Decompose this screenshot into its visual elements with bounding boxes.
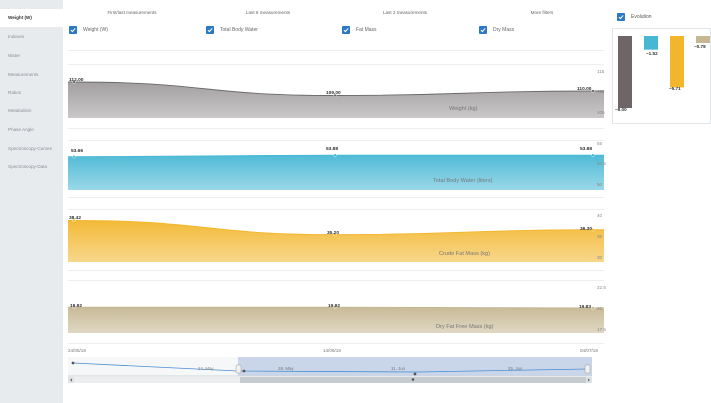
sidebar-item-water[interactable]: Water	[0, 47, 63, 65]
dry-tick-1: 22.5	[597, 285, 606, 290]
weight-value-label-2: 109.00	[326, 91, 341, 96]
water-area	[68, 155, 604, 190]
sidebar-item-metabolism[interactable]: Metabolism	[0, 102, 63, 120]
dry-tick-2: 20	[597, 306, 603, 311]
sidebar-item-weight[interactable]: Weight (W)	[0, 9, 64, 27]
evolution-label: Evolution	[631, 14, 652, 20]
navigator-label-1: 24. May	[198, 366, 214, 371]
sidebar-item-ratios[interactable]: Ratios	[0, 84, 63, 102]
navigator-label-4: 25. Jun	[508, 366, 523, 371]
filter-last-2[interactable]: Last 2 measurements	[345, 10, 465, 15]
dry-area	[68, 307, 604, 333]
evolution-bar-weight	[618, 36, 632, 108]
navigator-scroll-dot	[411, 378, 415, 381]
water-line	[68, 154, 604, 158]
evolution-value-dry: −0.78	[694, 44, 706, 49]
x-axis-label-start: 24/05/18	[68, 348, 86, 353]
water-point	[72, 155, 76, 159]
checkbox-dry-label: Dry Mass	[493, 27, 515, 33]
navigator-point-3	[413, 372, 417, 376]
dry-tick-3: 17.5	[597, 327, 606, 332]
sidebar-item-spectroscopy-curves[interactable]: Spectroscopy-Curves	[0, 140, 63, 158]
weight-series-label: Weight (kg)	[449, 106, 478, 112]
water-tick-2: 52.5	[597, 161, 606, 166]
dry-value-label-3: 19.83	[579, 305, 592, 310]
evolution-bar-dry	[696, 36, 710, 44]
sidebar: Weight (W) Indexes Water Measurements Ra…	[0, 0, 64, 403]
navigator-handle-left[interactable]	[235, 364, 242, 374]
check-icon	[69, 26, 77, 34]
fat-value-label-3: 36.30	[580, 227, 593, 232]
fat-series-label: Crude Fat Mass (kg)	[439, 251, 490, 257]
checkbox-water-label: Total Body Water	[220, 27, 258, 33]
dry-value-label-2: 19.92	[328, 304, 341, 309]
water-value-label-3: 53.88	[580, 147, 593, 152]
x-axis-label-end: 04/07/18	[580, 348, 598, 353]
dry-series-label: Dry Fat Free Mass (kg)	[436, 324, 494, 330]
water-tick-3: 50	[597, 182, 603, 187]
navigator-point-1	[71, 361, 75, 365]
water-point	[333, 153, 337, 157]
navigator-point-2	[242, 369, 246, 373]
fat-tick-1: 40	[597, 213, 603, 218]
weight-tick-3: 105	[597, 110, 605, 115]
evolution-value-water: −1.52	[646, 51, 658, 56]
check-icon	[342, 26, 350, 34]
navigator-label-3: 11. Jun	[391, 366, 406, 371]
navigator-label-2: 28. May	[278, 366, 294, 371]
fat-value-label-2: 35.20	[327, 231, 340, 236]
checkbox-dry-mass[interactable]: Dry Mass	[479, 26, 514, 34]
water-series-label: Total Body Water (liters)	[433, 178, 493, 184]
check-icon	[617, 13, 625, 21]
water-value-label-2: 53.88	[326, 147, 339, 152]
fat-tick-2: 35	[597, 234, 603, 239]
water-value-label-1: 53.66	[71, 149, 84, 154]
sidebar-item-spectroscopy-data[interactable]: Spectroscopy-Data	[0, 158, 63, 176]
filter-first-last[interactable]: First/last measurements	[72, 10, 192, 15]
fat-tick-3: 30	[597, 255, 603, 260]
charts-svg	[68, 50, 604, 344]
fat-value-label-1: 38.42	[69, 216, 82, 221]
sidebar-item-indexes[interactable]: Indexes	[0, 28, 63, 46]
checkbox-weight-label: Weight (W)	[83, 27, 108, 33]
time-navigator[interactable]: 24. May 28. May 11. Jun 25. Jun	[68, 357, 592, 384]
app-root: Weight (W) Indexes Water Measurements Ra…	[0, 0, 711, 403]
filter-last-6[interactable]: Last 6 measurements	[208, 10, 328, 15]
filter-more[interactable]: More filters	[482, 10, 602, 15]
evolution-bar-fat	[670, 36, 684, 88]
water-point	[591, 153, 595, 157]
checkbox-weight[interactable]: Weight (W)	[69, 26, 108, 34]
weight-value-label-1: 112.00	[69, 78, 84, 83]
checkbox-fat-label: Fat Mass	[356, 27, 377, 33]
x-axis-label-mid: 14/06/18	[323, 348, 341, 353]
navigator-svg: 24. May 28. May 11. Jun 25. Jun	[68, 357, 592, 383]
weight-value-label-3: 110.00	[577, 87, 592, 92]
dry-point	[591, 306, 595, 310]
check-icon	[206, 26, 214, 34]
evolution-bar-water	[644, 36, 658, 50]
check-icon	[479, 26, 487, 34]
checkbox-evolution[interactable]: Evolution	[617, 13, 652, 21]
navigator-handle-right[interactable]	[584, 364, 591, 374]
sidebar-item-measurements[interactable]: Measurements	[0, 66, 63, 84]
weight-tick-2: 110	[597, 89, 605, 94]
weight-point	[591, 89, 595, 93]
dry-value-label-1: 19.92	[70, 304, 83, 309]
evolution-value-weight: −8.00	[615, 107, 627, 112]
evolution-value-fat: −5.71	[669, 86, 681, 91]
water-tick-1: 55	[597, 141, 603, 146]
checkbox-fat-mass[interactable]: Fat Mass	[342, 26, 377, 34]
weight-area	[68, 82, 604, 118]
fat-area	[68, 220, 604, 262]
weight-tick-1: 115	[597, 69, 605, 74]
checkbox-total-body-water[interactable]: Total Body Water	[206, 26, 258, 34]
sidebar-item-phase-angle[interactable]: Phase Angle	[0, 121, 63, 139]
fat-point	[591, 228, 595, 232]
